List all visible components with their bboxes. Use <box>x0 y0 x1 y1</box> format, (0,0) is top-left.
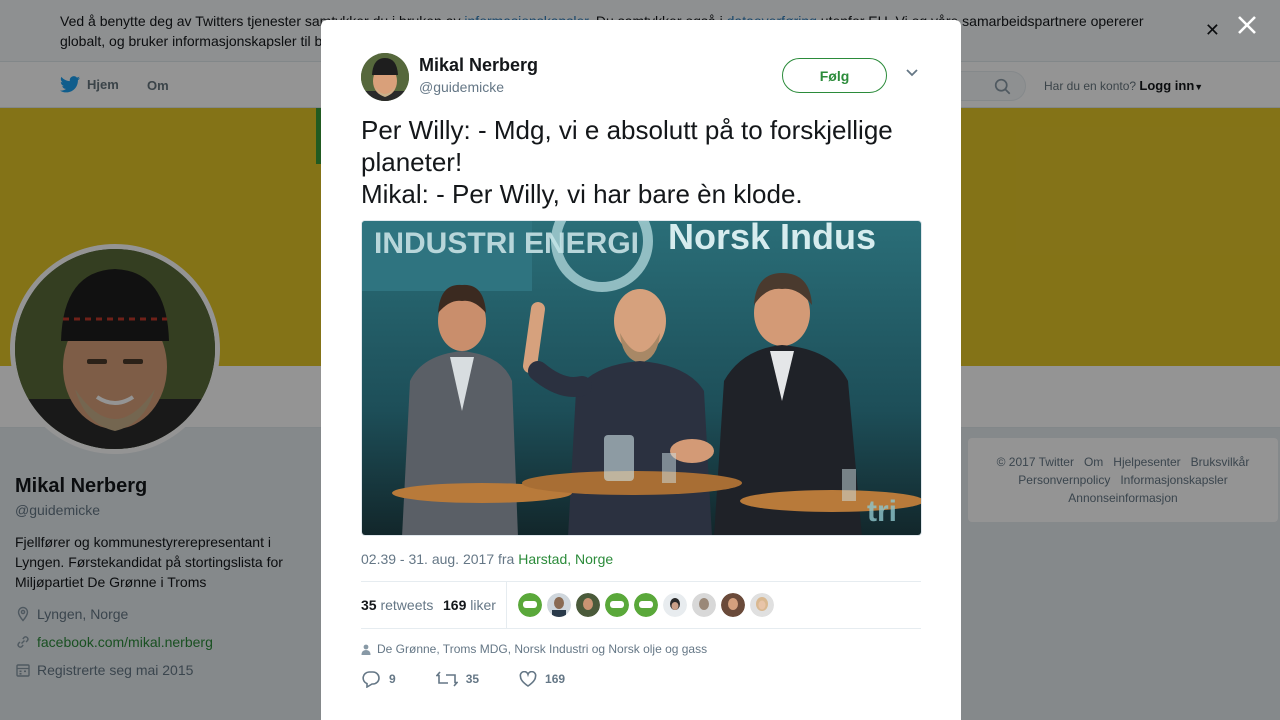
tweet-photo[interactable]: INDUSTRI ENERGI Norsk Indus tri <box>361 220 922 536</box>
chevron-down-icon[interactable] <box>905 68 919 78</box>
tweet-author-avatar[interactable] <box>361 53 409 101</box>
likes-stat-count: 169 <box>443 597 467 613</box>
photo-banner-text-right: Norsk Indus <box>668 221 876 257</box>
tweet-timestamp: 02.39 - 31. aug. 2017 fra Harstad, Norge <box>361 551 613 567</box>
person-icon <box>361 644 371 655</box>
tweet-place-link[interactable]: Harstad, Norge <box>518 551 613 567</box>
likes-stat-label: liker <box>470 597 496 613</box>
close-icon[interactable] <box>1234 12 1260 38</box>
like-button[interactable]: 169 <box>519 671 565 687</box>
tweet-actions: 9 35 169 <box>361 670 605 688</box>
retweet-icon <box>435 671 458 687</box>
tweet-stats: 35 retweets 169 liker <box>361 581 921 629</box>
tweet-mentions: De Grønne, Troms MDG, Norsk Industri og … <box>361 642 707 656</box>
author-avatar-photo <box>361 53 409 101</box>
tweet-mentions-text[interactable]: De Grønne, Troms MDG, Norsk Industri og … <box>377 642 707 656</box>
liker-avatar[interactable] <box>605 593 629 617</box>
liker-avatar[interactable] <box>547 593 571 617</box>
liker-avatar[interactable] <box>576 593 600 617</box>
reply-button[interactable]: 9 <box>361 670 396 688</box>
tweet-author-name[interactable]: Mikal Nerberg <box>419 55 538 76</box>
liker-avatar[interactable] <box>692 593 716 617</box>
retweets-stat[interactable]: 35 retweets <box>361 597 433 613</box>
liker-avatar[interactable] <box>634 593 658 617</box>
follow-button[interactable]: Følg <box>782 58 887 93</box>
tweet-photo-image: INDUSTRI ENERGI Norsk Indus tri <box>362 221 921 535</box>
tweet-modal: Mikal Nerberg @guidemicke Følg Per Willy… <box>321 20 961 720</box>
retweet-count: 35 <box>465 672 480 686</box>
retweet-button[interactable]: 35 <box>435 671 480 687</box>
liker-avatar[interactable] <box>518 593 542 617</box>
retweets-stat-count: 35 <box>361 597 377 613</box>
tweet-text: Per Willy: - Mdg, vi e absolutt på to fo… <box>361 115 893 209</box>
likes-stat[interactable]: 169 liker <box>443 597 496 613</box>
reply-icon <box>362 671 380 688</box>
tweet-author-handle[interactable]: @guidemicke <box>419 79 504 95</box>
liker-avatar[interactable] <box>721 593 745 617</box>
photo-banner-text-left: INDUSTRI ENERGI <box>374 227 639 260</box>
tweet-time[interactable]: 02.39 - 31. aug. 2017 fra <box>361 551 518 567</box>
like-count: 169 <box>545 672 566 686</box>
reply-count: 9 <box>389 672 396 686</box>
retweets-stat-label: retweets <box>380 597 434 613</box>
svg-text:tri: tri <box>867 495 897 528</box>
liker-avatar[interactable] <box>663 593 687 617</box>
liker-avatars <box>518 593 774 617</box>
liker-avatar[interactable] <box>750 593 774 617</box>
stats-divider <box>506 582 507 628</box>
heart-icon <box>519 671 537 687</box>
